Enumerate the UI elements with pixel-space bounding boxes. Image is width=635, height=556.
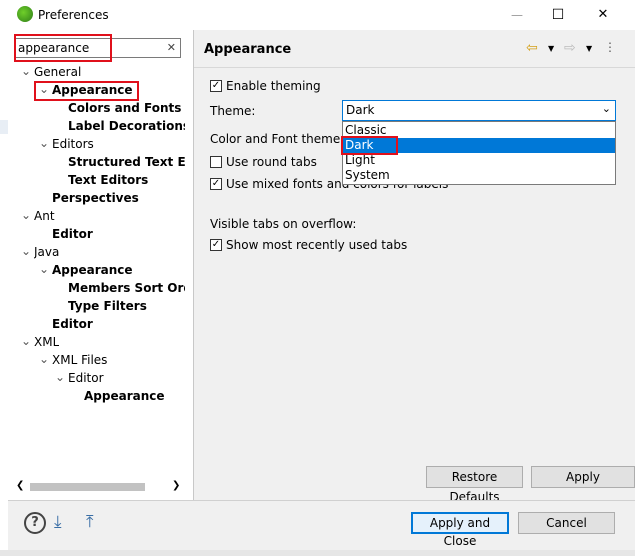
filter-input[interactable] (18, 40, 158, 56)
recent-tabs-checkbox[interactable]: ✓ (210, 239, 222, 251)
apply-button[interactable]: Apply (531, 466, 635, 488)
dialog-button-bar: ? ⤓ ⤒ Apply and Close Cancel (8, 500, 635, 551)
help-icon[interactable]: ? (24, 512, 46, 534)
tree-item[interactable]: Structured Text Edi (68, 153, 185, 171)
appearance-page: Appearance ⇦ ▼ ⇨ ▼ ⋮ ✓ Enable theming Th… (194, 30, 635, 504)
round-tabs-label: Use round tabs (226, 155, 317, 169)
nav-back-icon[interactable]: ⇦ (526, 40, 538, 56)
expand-chevron-icon[interactable]: ⌄ (39, 82, 49, 96)
tree-item[interactable]: Text Editors (68, 171, 148, 189)
expand-chevron-icon[interactable]: ⌄ (39, 262, 49, 276)
mixed-fonts-checkbox[interactable]: ✓ (210, 178, 222, 190)
theme-label: Theme: (210, 104, 256, 118)
nav-forward-icon[interactable]: ⇨ (564, 40, 576, 56)
color-font-theme-label: Color and Font theme: (210, 132, 345, 146)
theme-select-value: Dark (346, 103, 375, 117)
import-icon[interactable]: ⤓ (54, 512, 62, 532)
background-window-fragment (0, 120, 8, 134)
round-tabs-checkbox[interactable] (210, 156, 222, 168)
scroll-right-icon[interactable]: ❯ (172, 480, 180, 491)
tree-item[interactable]: XML Files (52, 351, 107, 369)
restore-defaults-button[interactable]: Restore Defaults (426, 466, 523, 504)
tree-item[interactable]: Colors and Fonts (68, 99, 181, 117)
apply-and-close-button[interactable]: Apply and Close (411, 512, 509, 548)
forward-menu-chevron-icon[interactable]: ▼ (586, 44, 592, 53)
export-icon[interactable]: ⤒ (86, 512, 94, 532)
expand-chevron-icon[interactable]: ⌄ (21, 334, 31, 348)
expand-chevron-icon[interactable]: ⌄ (39, 352, 49, 366)
recent-tabs-label: Show most recently used tabs (226, 238, 408, 252)
tree-item[interactable]: Editor (52, 225, 93, 243)
tree-item[interactable]: Type Filters (68, 297, 147, 315)
enable-theming-label: Enable theming (226, 79, 321, 93)
filter-input-box[interactable]: ✕ (14, 38, 181, 58)
window-title: Preferences (38, 8, 109, 22)
tree-item[interactable]: Editor (52, 315, 93, 333)
tree-item[interactable]: Appearance (52, 81, 133, 99)
tree-horizontal-scrollbar[interactable]: ❮ ❯ (14, 480, 184, 494)
title-bar: Preferences — ☐ ✕ (8, 0, 635, 30)
expand-chevron-icon[interactable]: ⌄ (21, 208, 31, 222)
view-menu-icon[interactable]: ⋮ (604, 40, 616, 54)
close-button[interactable]: ✕ (588, 4, 618, 26)
theme-option[interactable]: Light (343, 153, 615, 168)
theme-option[interactable]: System (343, 168, 615, 183)
preference-tree-panel: ✕ ⌄General⌄AppearanceColors and FontsLab… (8, 30, 194, 500)
tree-item[interactable]: Appearance (52, 261, 133, 279)
tree-item[interactable]: Ant (34, 207, 55, 225)
scroll-thumb[interactable] (30, 483, 145, 491)
tree-item[interactable]: Editors (52, 135, 94, 153)
enable-theming-checkbox[interactable]: ✓ (210, 80, 222, 92)
page-header-separator (194, 67, 635, 68)
expand-chevron-icon[interactable]: ⌄ (55, 370, 65, 384)
expand-chevron-icon[interactable]: ⌄ (39, 136, 49, 150)
theme-option[interactable]: Dark (343, 138, 615, 153)
expand-chevron-icon[interactable]: ⌄ (21, 244, 31, 258)
eclipse-icon (17, 6, 33, 22)
minimize-button[interactable]: — (502, 4, 532, 26)
tree-item[interactable]: Members Sort Orde (68, 279, 185, 297)
expand-chevron-icon[interactable]: ⌄ (21, 64, 31, 78)
page-title: Appearance (204, 42, 292, 57)
chevron-down-icon: ⌄ (601, 102, 611, 115)
back-menu-chevron-icon[interactable]: ▼ (548, 44, 554, 53)
theme-select[interactable]: Dark ⌄ (342, 100, 616, 121)
theme-option[interactable]: Classic (343, 123, 615, 138)
visible-tabs-label: Visible tabs on overflow: (210, 217, 357, 231)
maximize-button[interactable]: ☐ (543, 4, 573, 26)
tree-item[interactable]: XML (34, 333, 59, 351)
scroll-left-icon[interactable]: ❮ (16, 480, 24, 491)
tree-item[interactable]: Java (34, 243, 59, 261)
background-taskbar (0, 550, 635, 556)
tree-item[interactable]: Perspectives (52, 189, 139, 207)
theme-dropdown-list: Classic Dark Light System (342, 121, 616, 185)
clear-filter-icon[interactable]: ✕ (167, 41, 176, 54)
tree-item[interactable]: Appearance (84, 387, 165, 405)
tree-item[interactable]: Label Decorations (68, 117, 185, 135)
tree-item[interactable]: Editor (68, 369, 104, 387)
cancel-button[interactable]: Cancel (518, 512, 615, 534)
tree-item[interactable]: General (34, 63, 81, 81)
background-window-fragment (0, 0, 8, 556)
